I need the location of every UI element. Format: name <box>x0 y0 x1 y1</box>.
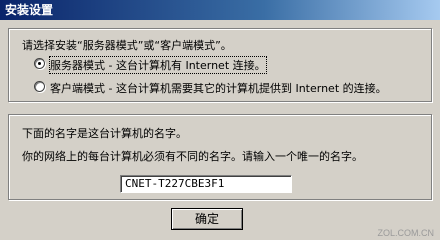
watermark-logo: ZOL.COM.CN <box>377 228 434 238</box>
client-mode-radio[interactable] <box>34 81 45 92</box>
computer-name-input[interactable]: CNET-T227CBE3F1 <box>120 175 292 193</box>
server-mode-radio[interactable] <box>34 58 45 69</box>
mode-prompt: 请选择安装“服务器模式”或“客户端模式”。 <box>22 39 232 52</box>
window-title: 安装设置 <box>5 3 54 17</box>
ok-button[interactable]: 确定 <box>171 208 243 230</box>
radio-selected-dot <box>38 62 41 65</box>
name-info-line2: 你的网络上的每台计算机必须有不同的名字。请输入一个唯一的名字。 <box>22 150 363 163</box>
name-info-line1: 下面的名字是这台计算机的名字。 <box>22 127 187 140</box>
client-mode-label[interactable]: 客户端模式 - 这台计算机需要其它的计算机提供到 Internet 的连接。 <box>50 80 387 96</box>
title-bar: 安装设置 <box>0 0 440 20</box>
server-mode-label[interactable]: 服务器模式 - 这台计算机有 Internet 连接。 <box>49 56 267 74</box>
